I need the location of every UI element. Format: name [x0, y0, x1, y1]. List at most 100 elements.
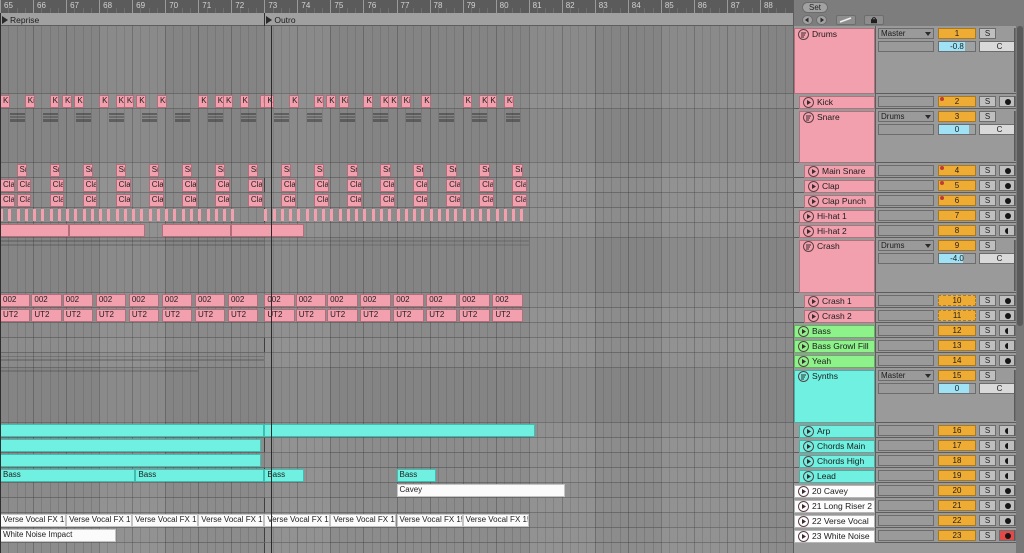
clip[interactable]: 002	[128, 294, 160, 307]
clip[interactable]: Clap	[0, 179, 15, 192]
clip[interactable]	[148, 209, 152, 221]
clip[interactable]	[0, 454, 262, 467]
solo-button[interactable]: S	[979, 455, 996, 466]
track-header-hi-hat-2[interactable]: Hi-hat 2 8S	[794, 223, 1024, 238]
track-name-box[interactable]: Synths	[794, 368, 876, 423]
clip[interactable]: Clap	[280, 194, 296, 207]
clip[interactable]	[454, 209, 458, 221]
track-header-22-verse-vocal[interactable]: 22 Verse Vocal 22 S	[794, 513, 1024, 528]
clip[interactable]: Ki	[487, 95, 498, 108]
clip[interactable]	[189, 209, 193, 221]
lock-icon[interactable]	[864, 15, 884, 25]
track-number-badge[interactable]: 3	[938, 111, 976, 122]
clip[interactable]: Sn	[479, 164, 490, 177]
scrollbar-thumb[interactable]	[1017, 26, 1023, 326]
clip[interactable]: Ki	[24, 95, 35, 108]
clip[interactable]: 002	[327, 294, 358, 307]
routing-slot[interactable]	[878, 470, 934, 481]
track-header-main-snare[interactable]: Main Snare 4 S	[794, 163, 1024, 178]
clip[interactable]: Verse Vocal FX 15	[264, 514, 331, 527]
track-list-toolbar[interactable]: Set	[794, 0, 1024, 26]
track-header-crash-1[interactable]: Crash 1 10 S	[794, 293, 1024, 308]
clip[interactable]: Bass	[396, 469, 437, 482]
clip[interactable]	[173, 209, 177, 221]
clip[interactable]	[297, 209, 301, 221]
clip[interactable]	[363, 209, 367, 221]
track-number-badge[interactable]: 21	[938, 500, 976, 511]
track-number-badge[interactable]: 16	[938, 425, 976, 436]
track-play-icon[interactable]	[798, 341, 809, 352]
clip[interactable]: Clap	[115, 179, 131, 192]
group-fold-icon[interactable]	[798, 371, 809, 382]
clip[interactable]	[487, 209, 491, 221]
track-play-icon[interactable]	[808, 196, 819, 207]
clip[interactable]	[41, 209, 45, 221]
clip[interactable]	[280, 209, 284, 221]
solo-button[interactable]: S	[979, 340, 996, 351]
solo-button[interactable]: S	[979, 28, 996, 39]
track-name-box[interactable]: Hi-hat 2	[794, 223, 876, 238]
clip[interactable]	[181, 209, 185, 221]
track-name-box[interactable]: 21 Long Riser 2	[794, 498, 876, 513]
clip[interactable]: 002	[393, 294, 424, 307]
locator-lane[interactable]	[0, 13, 793, 26]
clip[interactable]: UT2	[227, 309, 259, 322]
clips-layer[interactable]: Ki Ki Ki Ki Ki Ki Ki Ki Ki Ki Ki Ki Ki Ki Ki Ki Ki Ki Ki Ki…	[0, 26, 793, 553]
clip[interactable]	[520, 209, 524, 221]
solo-button[interactable]: S	[979, 355, 996, 366]
clip[interactable]: Ki	[136, 95, 147, 108]
track-number-badge[interactable]: 6	[938, 195, 976, 206]
clip[interactable]	[156, 209, 160, 221]
clip[interactable]: Clap	[214, 179, 230, 192]
solo-button[interactable]: S	[979, 425, 996, 436]
solo-button[interactable]: S	[979, 96, 996, 107]
clip[interactable]: Ki	[99, 95, 110, 108]
clip[interactable]	[33, 209, 37, 221]
clip[interactable]: 002	[31, 294, 62, 307]
clip[interactable]	[231, 209, 235, 221]
clip[interactable]: Clap	[413, 179, 428, 192]
volume-slider[interactable]: -0.8	[938, 41, 976, 52]
clip[interactable]: UT2	[492, 309, 523, 322]
track-header-bass-growl-fill[interactable]: Bass Growl Fill 13 S	[794, 338, 1024, 353]
track-number-badge[interactable]: 17	[938, 440, 976, 451]
clip[interactable]: 002	[360, 294, 391, 307]
clip[interactable]	[495, 209, 499, 221]
track-number-badge[interactable]: 14	[938, 355, 976, 366]
clip[interactable]: Sn	[280, 164, 292, 177]
clip[interactable]: Ki	[0, 95, 10, 108]
track-list-panel[interactable]: Set Drums Master 1 S -0.8 C Kick 2 S Snare Drums 3 S…	[793, 0, 1024, 553]
clip[interactable]	[99, 209, 103, 221]
routing-slot[interactable]	[878, 340, 934, 351]
clip[interactable]: Ki	[503, 95, 514, 108]
clip[interactable]: UT2	[295, 309, 327, 322]
clip[interactable]: 002	[161, 294, 193, 307]
clip[interactable]: Ki	[326, 95, 337, 108]
clip[interactable]: Clap	[479, 194, 494, 207]
track-header-drums[interactable]: Drums Master 1 S -0.8 C	[794, 26, 1024, 94]
track-header-bass[interactable]: Bass 12 S	[794, 323, 1024, 338]
clip[interactable]: UT2	[327, 309, 358, 322]
routing-slot[interactable]	[878, 210, 934, 221]
track-play-icon[interactable]	[808, 311, 819, 322]
clip[interactable]: 002	[264, 294, 295, 307]
track-number-badge[interactable]: 15	[938, 370, 976, 381]
track-play-icon[interactable]	[798, 501, 809, 512]
clip[interactable]: Clap	[446, 194, 461, 207]
clip[interactable]: Sn	[413, 164, 424, 177]
track-play-icon[interactable]	[803, 211, 814, 222]
routing-slot[interactable]	[878, 180, 934, 191]
locator-marker-reprise[interactable]: Reprise	[2, 13, 39, 26]
clip[interactable]: Ki	[223, 95, 233, 108]
track-name-box[interactable]: Bass	[794, 323, 876, 338]
clip[interactable]	[264, 209, 268, 221]
track-play-icon[interactable]	[803, 456, 814, 467]
clip[interactable]: UT2	[31, 309, 62, 322]
group-fold-icon[interactable]	[803, 112, 814, 123]
solo-button[interactable]: S	[979, 530, 996, 541]
clip[interactable]: Ki	[400, 95, 411, 108]
solo-button[interactable]: S	[979, 515, 996, 526]
clip[interactable]	[322, 209, 326, 221]
clip[interactable]	[82, 209, 86, 221]
clip[interactable]: UT2	[128, 309, 160, 322]
